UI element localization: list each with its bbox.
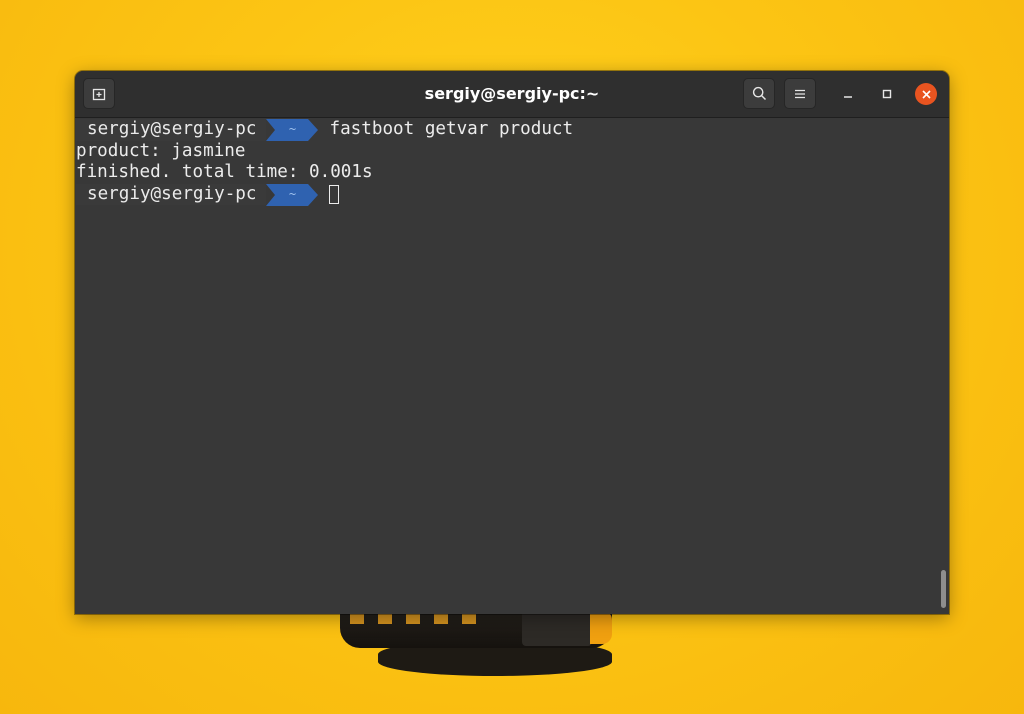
minimize-icon <box>844 96 852 98</box>
canister-film-strip <box>350 614 480 624</box>
terminal-prompt-line: sergiy@sergiy-pc ~ fastboot getvar produ… <box>76 119 573 141</box>
maximize-button[interactable] <box>875 82 899 106</box>
prompt-user-host: sergiy@sergiy-pc <box>76 183 267 205</box>
terminal-output-line: product: jasmine <box>76 140 246 161</box>
close-icon <box>921 89 931 99</box>
terminal-window: sergiy@sergiy-pc:~ sergiy@sergiy-pc ~ fa… <box>75 71 949 614</box>
terminal-output-area[interactable]: sergiy@sergiy-pc ~ fastboot getvar produ… <box>75 118 949 614</box>
close-button[interactable] <box>914 82 938 106</box>
new-tab-icon <box>92 88 106 100</box>
canister-amber-edge <box>590 610 612 644</box>
prompt-user-host: sergiy@sergiy-pc <box>76 119 267 141</box>
terminal-cursor[interactable] <box>329 184 340 204</box>
menu-button[interactable] <box>784 78 816 109</box>
prompt-directory: ~ <box>288 186 297 201</box>
prompt-directory: ~ <box>288 122 297 136</box>
maximize-icon <box>882 89 892 99</box>
prompt-command: fastboot getvar product <box>329 119 574 139</box>
search-icon <box>752 86 766 101</box>
terminal-scrollbar[interactable] <box>941 570 946 608</box>
terminal-output-line: finished. total time: 0.001s <box>76 162 373 182</box>
prompt-directory-segment: ~ <box>266 119 319 141</box>
minimize-button[interactable] <box>836 82 860 106</box>
prompt-directory-segment: ~ <box>266 183 319 206</box>
close-button-circle[interactable] <box>915 83 937 105</box>
hamburger-menu-icon <box>795 89 805 98</box>
new-tab-button[interactable] <box>83 78 115 109</box>
window-title: sergiy@sergiy-pc:~ <box>424 84 600 103</box>
search-button[interactable] <box>743 78 775 109</box>
title-bar[interactable]: sergiy@sergiy-pc:~ <box>75 71 949 118</box>
terminal-prompt-line: sergiy@sergiy-pc ~ <box>76 183 340 206</box>
